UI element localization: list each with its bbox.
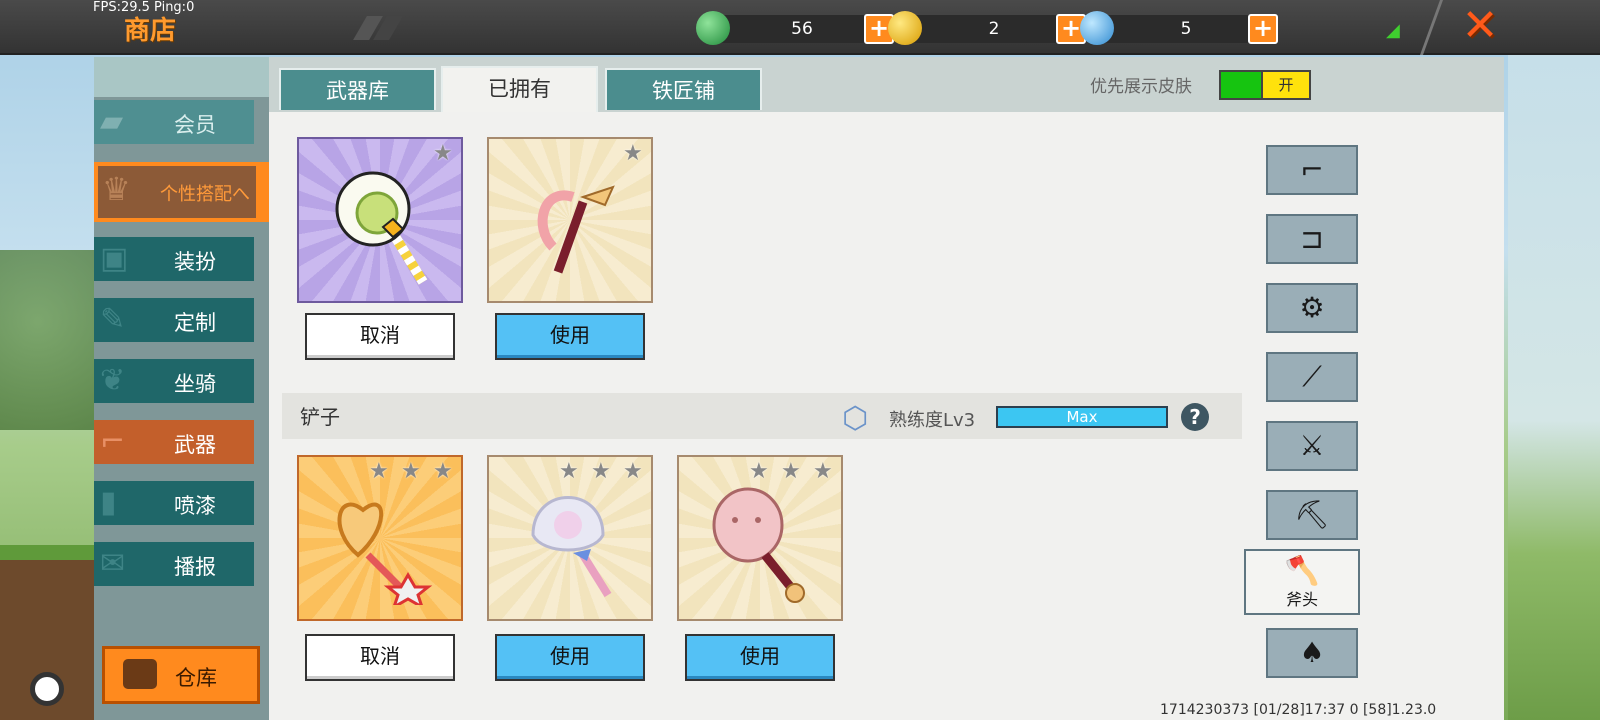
sidebar-item-label: 武器 [174, 433, 216, 457]
cancel-button[interactable]: 取消 [305, 634, 455, 681]
sidebar-item-label: 坐骑 [174, 372, 216, 396]
star-icon: ★ [623, 141, 643, 166]
use-button[interactable]: 使用 [495, 313, 645, 360]
background-scenery-right [1508, 55, 1600, 720]
star-icon: ★ [401, 459, 421, 484]
category-pistol[interactable]: ⌐ [1266, 145, 1358, 195]
star-icon: ★ [433, 141, 453, 166]
warehouse-label: 仓库 [175, 666, 217, 690]
star-icon: ★ [559, 459, 579, 484]
add-blue-button[interactable]: + [1248, 14, 1278, 44]
sidebar-top [94, 57, 269, 97]
use-button[interactable]: 使用 [685, 634, 835, 681]
category-sniper[interactable]: ⟋ [1266, 352, 1358, 402]
currency-blue: 5 + [1080, 11, 1278, 45]
sidebar-item-label: 会员 [174, 113, 216, 137]
help-button[interactable]: ? [1181, 403, 1209, 431]
cancel-button[interactable]: 取消 [305, 313, 455, 360]
star-icon: ★ [749, 459, 769, 484]
pencil-icon: ✎ [100, 302, 126, 337]
pickaxe-icon: ⛏ [1294, 498, 1330, 531]
sidebar-item-label: 播报 [174, 555, 216, 579]
sidebar-item-outfit[interactable]: ▣ 装扮 [94, 237, 254, 281]
shovel-icon: ♠ [1299, 636, 1325, 669]
shirt-icon: ▣ [100, 241, 129, 276]
green-gem-icon [696, 11, 730, 45]
sidebar-item-label: 装扮 [174, 250, 216, 274]
star-icon: ★ [813, 459, 833, 484]
sidebar-item-label: 定制 [174, 311, 216, 335]
use-button[interactable]: 使用 [495, 634, 645, 681]
heart-shovel-item-icon [337, 502, 433, 605]
mount-icon: ❦ [100, 363, 126, 398]
sidebar-item-personal[interactable]: ♛ 个性搭配へ [98, 166, 256, 218]
sidebar-item-spray[interactable]: ▮ 喷漆 [94, 481, 254, 525]
category-melee[interactable]: ⚔ [1266, 421, 1358, 471]
gold-coin-icon [888, 11, 922, 45]
weapon-card[interactable]: ★ ★ ★ [677, 455, 843, 621]
toggle-knob: 开 [1261, 72, 1309, 98]
vip-icon: ▰ [100, 104, 124, 139]
trophy-icon: ♛ [102, 170, 131, 208]
currency-gold: 2 + [888, 11, 1086, 45]
category-label: 斧头 [1285, 590, 1318, 609]
knife-icon: ⚔ [1299, 429, 1325, 462]
weapon-card[interactable]: ★ ★ ★ [487, 455, 653, 621]
sidebar-item-vip[interactable]: ▰ 会员 [94, 100, 254, 144]
lollipop-item-icon [335, 171, 428, 285]
star-icon: ★ [433, 459, 453, 484]
weapon-card[interactable]: ★ [297, 137, 463, 303]
category-heavy[interactable]: ⚙ [1266, 283, 1358, 333]
currency-value: 5 [1180, 19, 1192, 39]
skin-toggle-label: 优先展示皮肤 [1090, 77, 1192, 97]
proficiency-badge-icon: ⬡ [842, 401, 869, 436]
floating-home-button[interactable] [30, 672, 64, 706]
rifle-icon: ⊐ [1300, 222, 1324, 255]
revolver-icon: ⌐ [1300, 153, 1324, 186]
sidebar-item-label: 个性搭配へ [160, 184, 250, 205]
sidebar-item-weapon[interactable]: ⌐ 武器 [94, 420, 254, 464]
tab-blacksmith[interactable]: 铁匠铺 [605, 68, 762, 110]
category-axe[interactable]: 🪓 斧头 [1244, 549, 1360, 615]
tab-owned[interactable]: 已拥有 [441, 66, 598, 112]
proficiency-label: 熟练度Lv3 [889, 410, 976, 431]
skin-toggle[interactable]: 开 [1219, 70, 1311, 100]
scythe-item-icon [537, 185, 615, 274]
build-info: 1714230373 [01/28]17:37 0 [58]1.23.0 [1160, 702, 1437, 718]
signal-icon: ◢ [1386, 20, 1400, 41]
currency-value: 2 [988, 19, 1000, 39]
sidebar-item-mount[interactable]: ❦ 坐骑 [94, 359, 254, 403]
weapon-card[interactable]: ★ ★ ★ [297, 455, 463, 621]
chest-icon [123, 659, 157, 689]
warehouse-button[interactable]: 仓库 [102, 646, 260, 704]
sidebar-item-broadcast[interactable]: ✉ 播报 [94, 542, 254, 586]
bear-shovel-item-icon [712, 487, 805, 603]
star-icon: ★ [623, 459, 643, 484]
currency-value: 56 [791, 19, 813, 39]
star-icon: ★ [591, 459, 611, 484]
proficiency-bar: Max [996, 406, 1168, 428]
category-shovel[interactable]: ♠ [1266, 628, 1358, 678]
star-icon: ★ [369, 459, 389, 484]
spray-icon: ▮ [100, 485, 117, 520]
currency-green: 56 + [696, 11, 894, 45]
weapon-card[interactable]: ★ [487, 137, 653, 303]
background-tree [0, 250, 94, 430]
category-pickaxe[interactable]: ⛏ [1266, 490, 1358, 540]
page-title: 商店 [124, 16, 177, 46]
broadcast-icon: ✉ [100, 546, 126, 581]
sidebar-item-label: 喷漆 [174, 494, 216, 518]
gun-icon: ⌐ [100, 424, 126, 459]
sidebar-item-custom[interactable]: ✎ 定制 [94, 298, 254, 342]
sniper-icon: ⟋ [1302, 360, 1322, 393]
close-button[interactable]: ✕ [1458, 4, 1502, 50]
shell-shovel-item-icon [531, 496, 612, 598]
axe-icon: 🪓 [1284, 554, 1320, 587]
tab-armory[interactable]: 武器库 [279, 68, 436, 110]
gatling-icon: ⚙ [1299, 291, 1325, 324]
star-icon: ★ [781, 459, 801, 484]
category-rifle[interactable]: ⊐ [1266, 214, 1358, 264]
blue-coin-icon [1080, 11, 1114, 45]
section-title: 铲子 [300, 405, 340, 429]
